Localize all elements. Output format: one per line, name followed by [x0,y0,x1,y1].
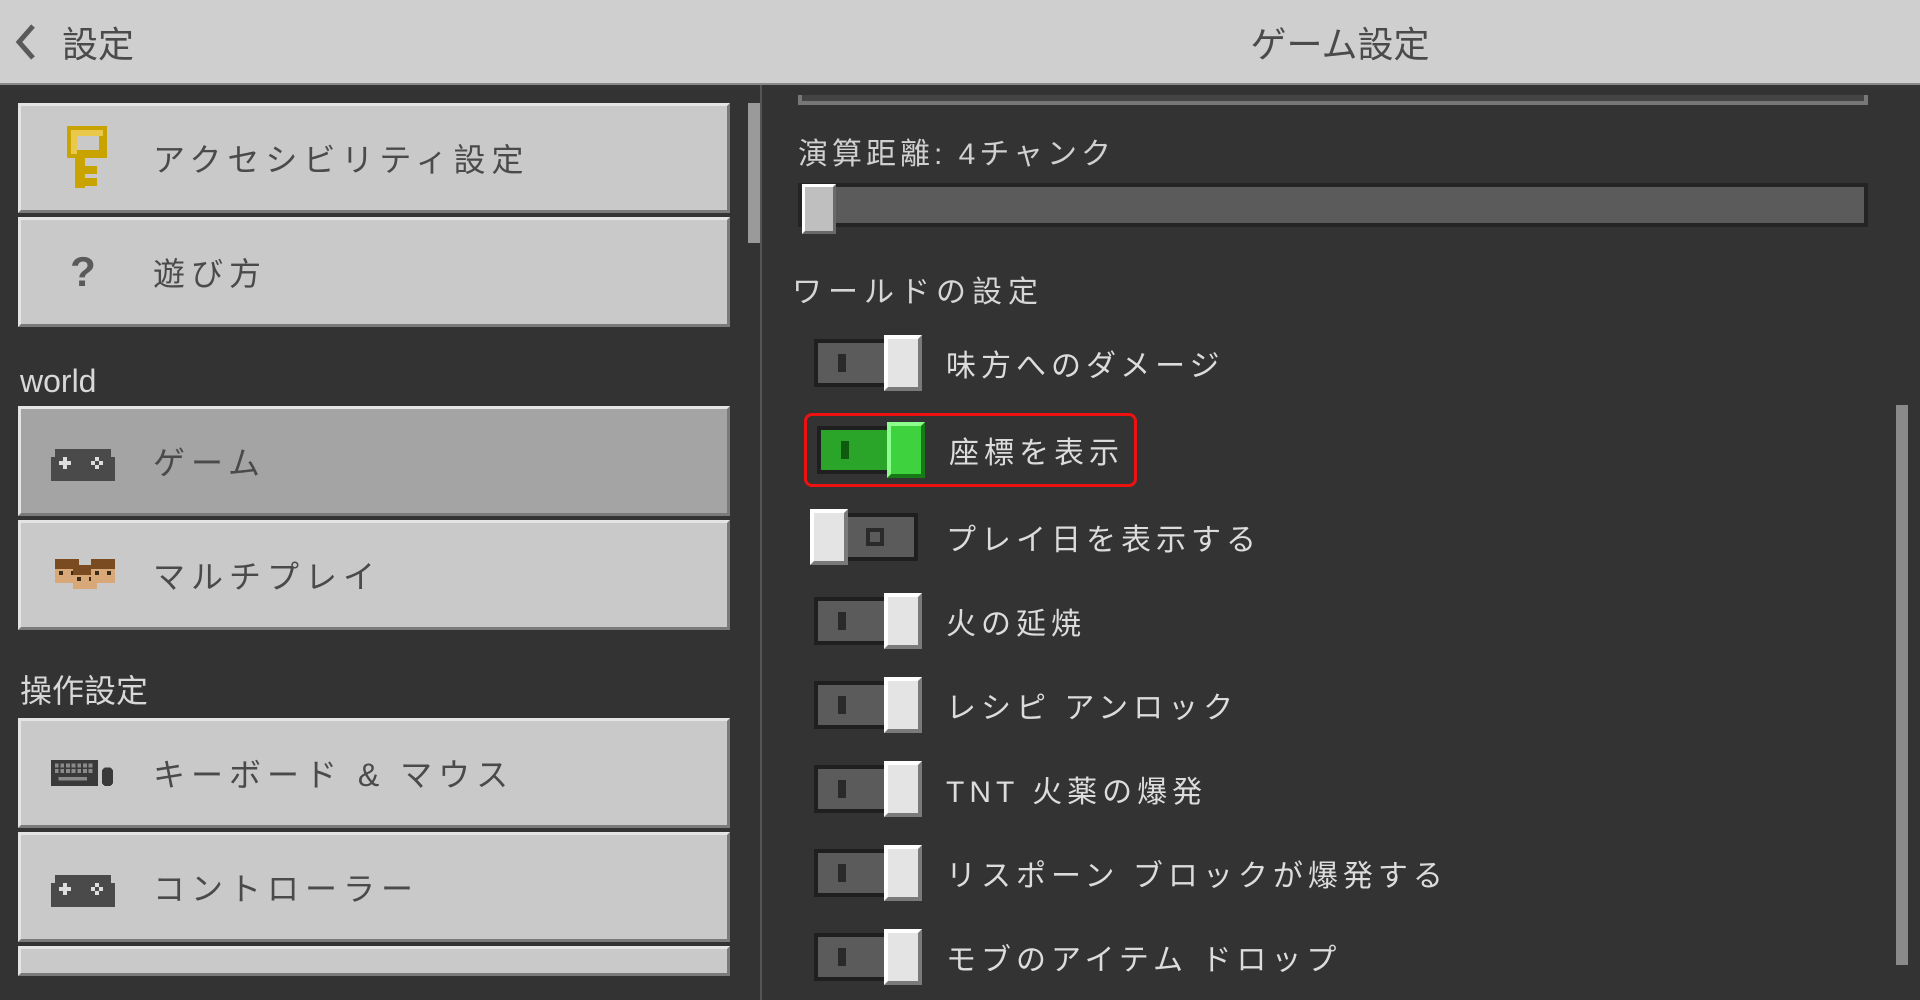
toggle-row-days-played: プレイ日を表示する [814,509,1896,565]
simulation-distance-slider[interactable] [798,183,1868,227]
sidebar-item-controller[interactable]: コントローラー [18,832,730,942]
question-icon: ? [51,240,115,304]
controller-icon [51,855,115,919]
toggle-show-days-played[interactable] [814,513,918,561]
sidebar-item-label: コントローラー [153,864,419,910]
page-title: ゲーム設定 [760,16,1920,68]
toggle-row-tnt: TNT 火薬の爆発 [814,761,1896,817]
sidebar-scrollbar[interactable] [748,103,760,243]
toggle-tnt-explodes[interactable] [814,765,918,813]
slider-thumb[interactable] [802,184,836,234]
toggle-label: リスポーン ブロックが爆発する [946,851,1448,895]
toggle-row-friendly-fire: 味方へのダメージ [814,335,1896,391]
toggle-label: 火の延焼 [946,599,1086,643]
toggle-respawn-blocks-explode[interactable] [814,849,918,897]
toggle-row-coordinates: 座標を表示 [817,422,1124,478]
toggle-recipe-unlock[interactable] [814,681,918,729]
sidebar-item-label: 遊び方 [153,249,267,295]
sidebar-item-label: ゲーム [153,438,266,484]
sidebar-item-keyboard[interactable]: キーボード & マウス [18,718,730,828]
toggle-label: TNT 火薬の爆発 [946,767,1207,811]
toggle-row-fire-spreads: 火の延焼 [814,593,1896,649]
previous-setting-slider[interactable] [798,95,1868,105]
section-title: ワールドの設定 [792,267,1896,311]
sidebar-item-game[interactable]: ゲーム [18,406,730,516]
toggle-label: レシピ アンロック [946,683,1238,727]
toggle-fire-spreads[interactable] [814,597,918,645]
toggle-label: 味方へのダメージ [946,341,1225,385]
toggle-row-mob-loot: モブのアイテム ドロップ [814,929,1896,985]
titlebar: 設定 ゲーム設定 [0,0,1920,85]
back-button[interactable] [0,0,52,84]
slider-label: 演算距離: 4チャンク [798,129,1896,173]
keyboard-mouse-icon [51,741,115,805]
toggle-label: プレイ日を表示する [946,515,1261,559]
sidebar-item-label: キーボード & マウス [153,750,514,796]
chevron-left-icon [15,24,37,60]
toggle-mob-loot[interactable] [814,933,918,981]
sidebar-group-label: world [20,363,760,400]
sidebar-group-label: 操作設定 [20,666,760,712]
toggle-row-respawn-blocks: リスポーン ブロックが爆発する [814,845,1896,901]
sidebar-item-howto[interactable]: ? 遊び方 [18,217,730,327]
sidebar-item-next[interactable] [18,946,730,976]
sidebar-item-label: マルチプレイ [153,552,381,598]
key-icon [51,126,115,190]
sidebar-item-accessibility[interactable]: アクセシビリティ設定 [18,103,730,213]
controller-icon [51,429,115,493]
toggle-show-coordinates[interactable] [817,426,921,474]
sidebar-item-label: アクセシビリティ設定 [153,135,529,181]
highlight-coordinates: 座標を表示 [804,413,1137,487]
toggle-friendly-fire[interactable] [814,339,918,387]
main-scrollbar[interactable] [1896,405,1908,965]
main-panel: 演算距離: 4チャンク ワールドの設定 味方へのダメージ 座標を表示 プレイ日を… [760,85,1920,1000]
sidebar: アクセシビリティ設定 ? 遊び方 world ゲーム [0,85,760,1000]
toggle-row-recipe-unlock: レシピ アンロック [814,677,1896,733]
toggle-label: モブのアイテム ドロップ [946,935,1341,979]
players-icon [51,543,115,607]
sidebar-item-multiplayer[interactable]: マルチプレイ [18,520,730,630]
breadcrumb[interactable]: 設定 [62,16,134,68]
toggle-label: 座標を表示 [949,428,1124,472]
